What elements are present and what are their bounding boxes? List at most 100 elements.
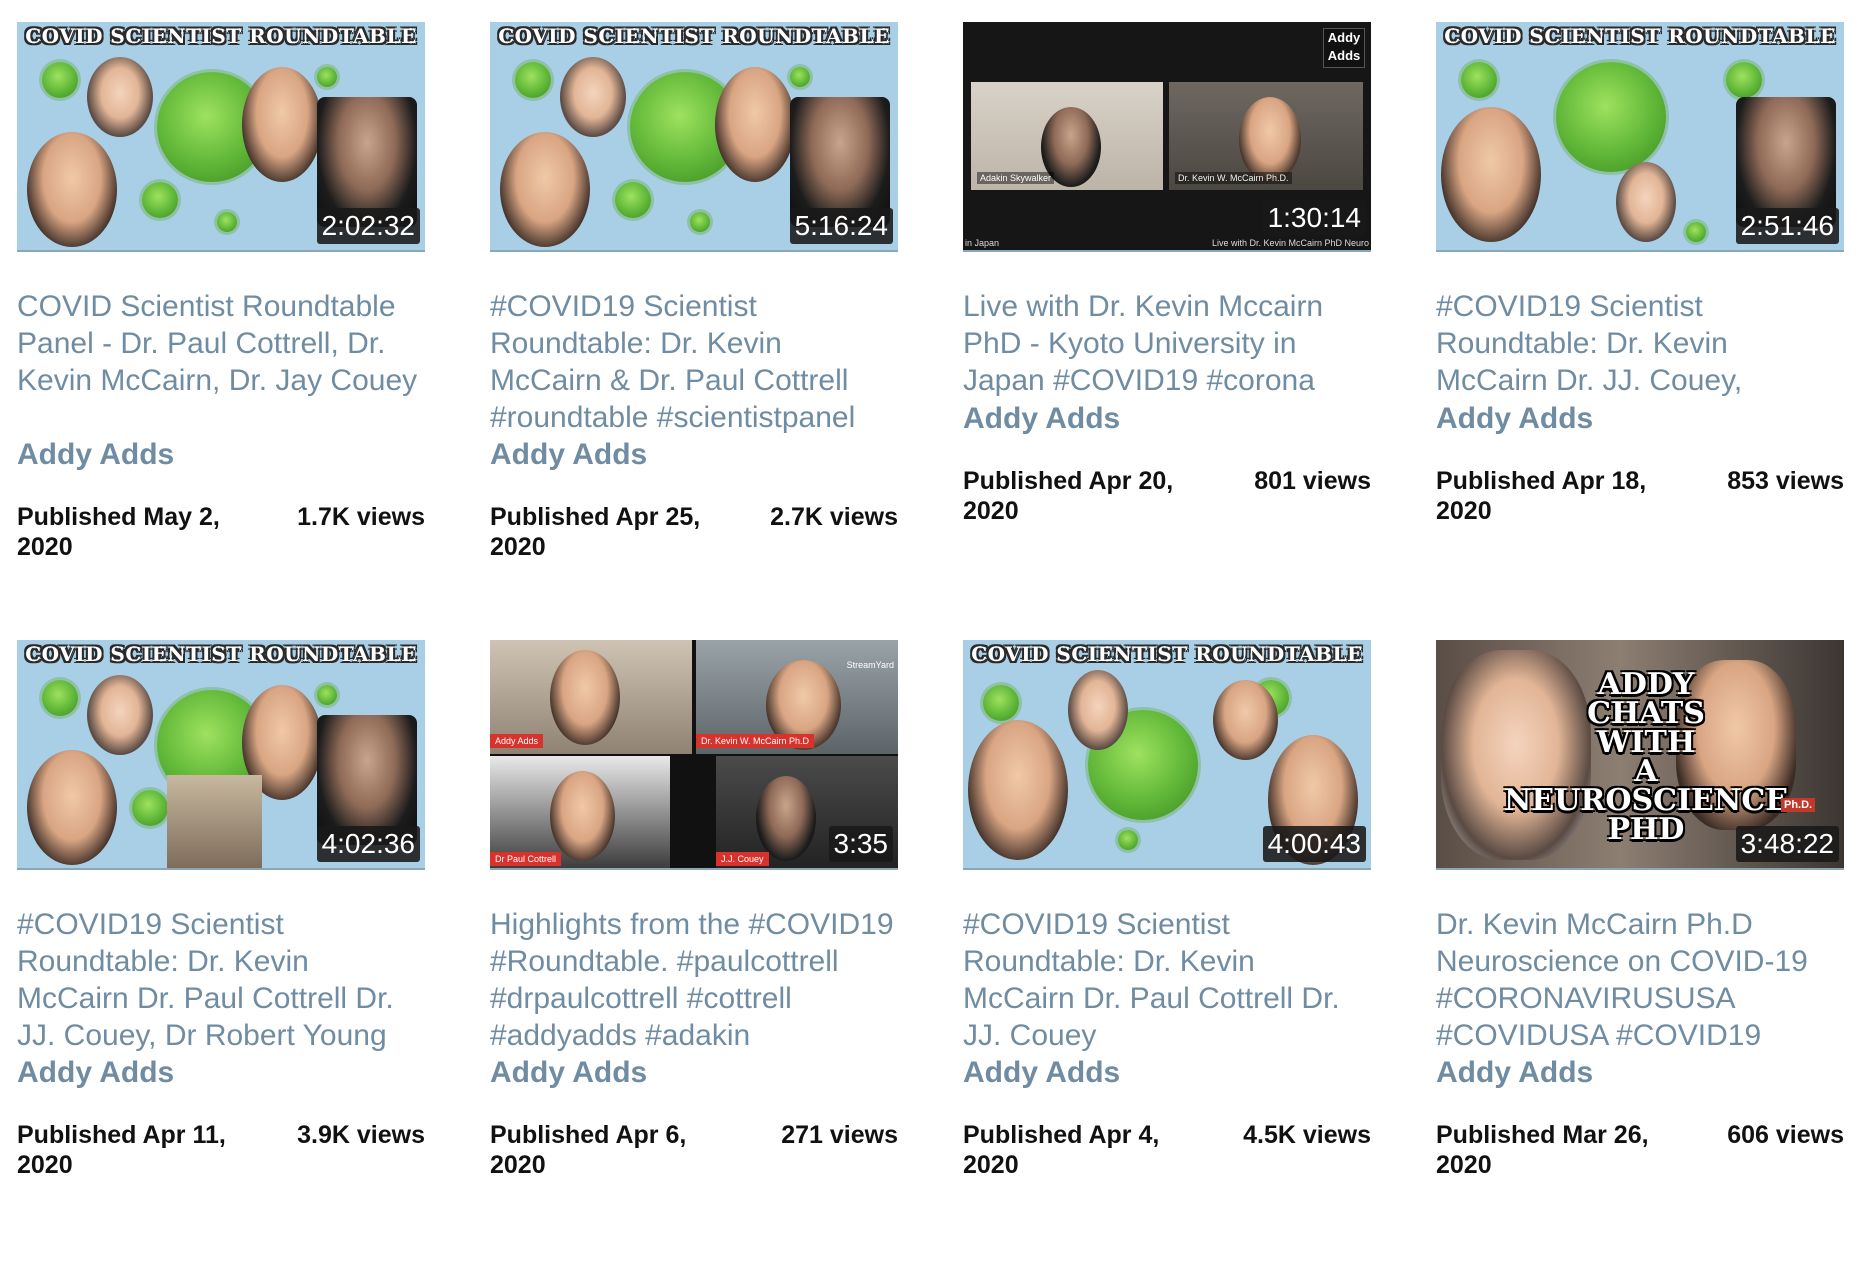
- video-thumbnail[interactable]: Addy Adds Adakin Skywalker Dr. Kevin W. …: [963, 22, 1371, 252]
- thumbnail-banner: COVID SCIENTIST ROUNDTABLE: [1444, 24, 1836, 48]
- publish-date: Published Apr 20, 2020: [963, 467, 1174, 525]
- virus-icon: [790, 67, 810, 87]
- video-thumbnail[interactable]: ADDY CHATS WITH A NEUROSCIENCE PHD Ph.D.…: [1436, 640, 1844, 870]
- channel-name[interactable]: Addy Adds: [1436, 1056, 1844, 1090]
- person-photo: [87, 57, 153, 137]
- person-photo: [1239, 97, 1301, 182]
- video-title[interactable]: Live with Dr. Kevin Mccairn PhD - Kyoto …: [963, 288, 1371, 402]
- thumbnail-banner: COVID SCIENTIST ROUNDTABLE: [971, 642, 1363, 666]
- participant-label: Dr Paul Cottrell: [490, 852, 562, 866]
- person-photo: [756, 776, 816, 861]
- publish-date: Published Apr 6, 2020: [490, 1121, 687, 1179]
- virus-icon: [1726, 62, 1762, 98]
- video-duration: 3:35: [828, 826, 893, 862]
- video-title[interactable]: Dr. Kevin McCairn Ph.D Neuroscience on C…: [1436, 906, 1844, 1056]
- video-pane-right: Dr. Kevin W. McCairn Ph.D.: [1169, 82, 1363, 190]
- video-card[interactable]: COVID SCIENTIST ROUNDTABLE 4:02:36 #COVI…: [17, 640, 425, 1200]
- channel-name[interactable]: Addy Adds: [1436, 402, 1844, 436]
- channel-name[interactable]: Addy Adds: [963, 402, 1371, 436]
- participant-label: Dr. Kevin W. McCairn Ph.D: [696, 734, 815, 748]
- overlay-line: A: [1634, 754, 1658, 789]
- phd-badge: Ph.D.: [1781, 798, 1816, 812]
- person-photo: [715, 67, 795, 182]
- publish-date: Published Apr 4, 2020: [963, 1121, 1160, 1179]
- video-duration: 5:16:24: [789, 208, 893, 244]
- channel-name[interactable]: Addy Adds: [490, 438, 898, 472]
- video-thumbnail[interactable]: COVID SCIENTIST ROUNDTABLE 2:02:32: [17, 22, 425, 252]
- addy-adds-logo-icon: Addy Adds: [1323, 28, 1365, 68]
- video-card[interactable]: Addy Adds Adakin Skywalker Dr. Kevin W. …: [963, 22, 1371, 640]
- participant-label: Adakin Skywalker: [977, 172, 1055, 184]
- video-title[interactable]: #COVID19 Scientist Roundtable: Dr. Kevin…: [963, 906, 1371, 1056]
- video-thumbnail[interactable]: COVID SCIENTIST ROUNDTABLE 4:02:36: [17, 640, 425, 870]
- video-pane: StreamYard Dr. Kevin W. McCairn Ph.D: [696, 640, 898, 754]
- thumbnail-banner: COVID SCIENTIST ROUNDTABLE: [25, 642, 417, 666]
- overlay-line: WITH: [1596, 725, 1696, 760]
- video-thumbnail[interactable]: COVID SCIENTIST ROUNDTABLE 2:51:46: [1436, 22, 1844, 252]
- video-thumbnail[interactable]: Addy Adds StreamYard Dr. Kevin W. McCair…: [490, 640, 898, 870]
- view-count: 2.7K views: [770, 503, 898, 531]
- video-title[interactable]: Highlights from the #COVID19 #Roundtable…: [490, 906, 898, 1056]
- person-photo: [1616, 162, 1676, 242]
- person-photo: [1441, 107, 1541, 242]
- view-count: 853 views: [1727, 467, 1844, 495]
- video-title[interactable]: #COVID19 Scientist Roundtable: Dr. Kevin…: [17, 906, 425, 1056]
- view-count: 1.7K views: [297, 503, 425, 531]
- video-pane-left: Adakin Skywalker: [971, 82, 1163, 190]
- person-photo: [167, 775, 262, 868]
- video-title[interactable]: #COVID19 Scientist Roundtable: Dr. Kevin…: [490, 288, 898, 438]
- person-photo: [500, 132, 590, 247]
- video-pane: Addy Adds: [490, 640, 692, 754]
- channel-name[interactable]: Addy Adds: [17, 1056, 425, 1090]
- video-duration: 2:51:46: [1735, 208, 1839, 244]
- thumbnail-banner: COVID SCIENTIST ROUNDTABLE: [498, 24, 890, 48]
- video-meta: Published Apr 18, 2020 853 views: [1436, 466, 1844, 526]
- thumbnail-overlay-text: ADDY CHATS WITH A NEUROSCIENCE PHD: [1476, 670, 1816, 845]
- person-photo: [550, 771, 615, 861]
- video-title[interactable]: COVID Scientist Roundtable Panel - Dr. P…: [17, 288, 425, 438]
- person-photo: [560, 57, 626, 137]
- virus-icon: [142, 182, 178, 218]
- person-photo: [1213, 680, 1278, 760]
- channel-name[interactable]: Addy Adds: [17, 438, 425, 472]
- video-thumbnail[interactable]: COVID SCIENTIST ROUNDTABLE 5:16:24: [490, 22, 898, 252]
- participant-label: J.J. Couey: [716, 852, 769, 866]
- video-card[interactable]: COVID SCIENTIST ROUNDTABLE 2:51:46 #COVI…: [1436, 22, 1844, 640]
- view-count: 801 views: [1254, 467, 1371, 495]
- video-meta: Published Mar 26, 2020 606 views: [1436, 1120, 1844, 1180]
- video-duration: 3:48:22: [1735, 826, 1839, 862]
- video-card[interactable]: COVID SCIENTIST ROUNDTABLE 2:02:32 COVID…: [17, 22, 425, 640]
- virus-icon: [132, 790, 168, 826]
- video-card[interactable]: ADDY CHATS WITH A NEUROSCIENCE PHD Ph.D.…: [1436, 640, 1844, 1200]
- person-photo: [242, 67, 322, 182]
- thumbnail-footer-right: Live with Dr. Kevin McCairn PhD Neuro: [1211, 238, 1369, 248]
- participant-label: Addy Adds: [490, 734, 544, 748]
- video-meta: Published May 2, 2020 1.7K views: [17, 502, 425, 562]
- person-photo: [1068, 670, 1128, 750]
- virus-icon: [983, 685, 1019, 721]
- thumbnail-banner: COVID SCIENTIST ROUNDTABLE: [25, 24, 417, 48]
- video-meta: Published Apr 25, 2020 2.7K views: [490, 502, 898, 562]
- video-thumbnail[interactable]: COVID SCIENTIST ROUNDTABLE 4:00:43: [963, 640, 1371, 870]
- view-count: 4.5K views: [1243, 1121, 1371, 1149]
- streamyard-label: StreamYard: [846, 660, 894, 670]
- virus-icon: [42, 62, 78, 98]
- video-card[interactable]: COVID SCIENTIST ROUNDTABLE 4:00:43 #COVI…: [963, 640, 1371, 1200]
- person-photo: [87, 675, 153, 755]
- channel-name[interactable]: Addy Adds: [963, 1056, 1371, 1090]
- person-photo: [27, 750, 117, 865]
- virus-icon: [317, 67, 337, 87]
- virus-icon: [1118, 830, 1138, 850]
- overlay-line: NEUROSCIENCE: [1503, 783, 1789, 818]
- video-pane: Dr Paul Cottrell: [490, 756, 670, 868]
- person-photo: [968, 720, 1068, 860]
- video-card[interactable]: Addy Adds StreamYard Dr. Kevin W. McCair…: [490, 640, 898, 1200]
- virus-icon: [42, 680, 78, 716]
- video-title[interactable]: #COVID19 Scientist Roundtable: Dr. Kevin…: [1436, 288, 1844, 402]
- virus-icon: [317, 685, 337, 705]
- video-card[interactable]: COVID SCIENTIST ROUNDTABLE 5:16:24 #COVI…: [490, 22, 898, 640]
- thumbnail-footer-left: in Japan: [965, 238, 1000, 248]
- video-meta: Published Apr 6, 2020 271 views: [490, 1120, 898, 1180]
- video-meta: Published Apr 11, 2020 3.9K views: [17, 1120, 425, 1180]
- channel-name[interactable]: Addy Adds: [490, 1056, 898, 1090]
